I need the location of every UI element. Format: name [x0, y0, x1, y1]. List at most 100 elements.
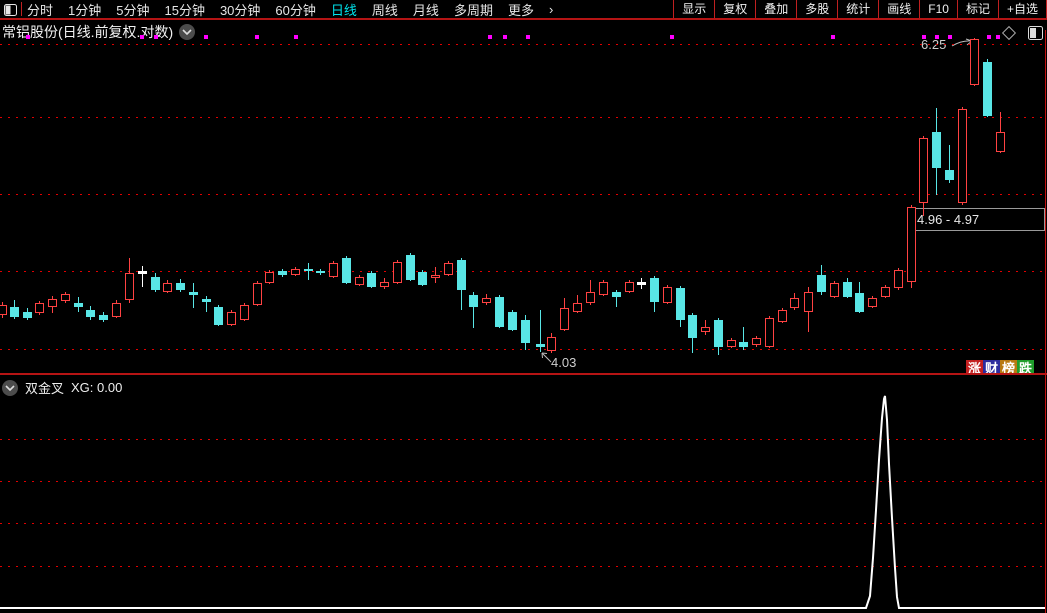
- period-tab[interactable]: 5分钟: [116, 0, 149, 19]
- candle: [817, 275, 826, 292]
- candle: [765, 318, 774, 347]
- candle: [74, 303, 83, 307]
- indicator-name: 双金叉: [25, 381, 65, 396]
- chevron-down-icon[interactable]: [179, 24, 196, 40]
- signal-marker: [154, 35, 158, 39]
- candle: [99, 315, 108, 320]
- period-tab[interactable]: 多周期: [454, 0, 493, 19]
- candle: [61, 294, 70, 301]
- toolbar-button[interactable]: 复权: [714, 0, 755, 18]
- indicator-header: 双金叉 XG: 0.00: [2, 378, 122, 397]
- candle: [176, 283, 185, 290]
- signal-marker: [831, 35, 835, 39]
- candle: [919, 138, 928, 203]
- candle: [393, 262, 402, 283]
- candle: [304, 269, 313, 271]
- period-tab[interactable]: 月线: [413, 0, 439, 19]
- candle: [495, 297, 504, 327]
- candle: [727, 340, 736, 347]
- candle: [380, 282, 389, 287]
- toolbar-button[interactable]: 叠加: [755, 0, 796, 18]
- candle: [0, 305, 7, 315]
- candle: [10, 307, 19, 317]
- candle: [701, 327, 710, 332]
- gridline: [0, 439, 1047, 440]
- toolbar-button[interactable]: +自选: [997, 0, 1047, 18]
- toolbar-button[interactable]: F10: [919, 0, 957, 18]
- candle: [469, 295, 478, 307]
- split-view-icon[interactable]: [1028, 26, 1043, 45]
- period-tab[interactable]: 周线: [372, 0, 398, 19]
- candle: [163, 283, 172, 292]
- top-toolbar: 分时 1分钟 5分钟 15分钟 30分钟 60分钟 日线 周线 月线 多周期 更多 › 显示 复权 叠加多…: [0, 0, 1047, 20]
- period-tab[interactable]: 分时: [27, 0, 53, 19]
- candle: [406, 255, 415, 280]
- signal-marker: [294, 35, 298, 39]
- candle: [739, 342, 748, 347]
- panel-divider: [0, 373, 1047, 375]
- candle-wick: [308, 263, 309, 280]
- candle: [418, 272, 427, 285]
- period-tab[interactable]: ›: [549, 2, 553, 17]
- candle: [342, 258, 351, 283]
- period-tab[interactable]: 更多: [508, 0, 534, 19]
- candle: [214, 307, 223, 325]
- toolbar-button[interactable]: 标记: [956, 0, 998, 18]
- signal-marker: [526, 35, 530, 39]
- candle: [240, 305, 249, 320]
- candle: [586, 292, 595, 303]
- layout-toggle-icon[interactable]: [4, 3, 17, 16]
- gridline: [0, 117, 1047, 118]
- candle: [457, 260, 466, 290]
- candle-wick: [142, 266, 143, 287]
- signal-marker: [140, 35, 144, 39]
- signal-marker: [996, 35, 1000, 39]
- signal-marker: [26, 35, 30, 39]
- candle: [536, 344, 545, 347]
- xg-signal-line: [0, 395, 1045, 609]
- candle: [291, 269, 300, 275]
- candle: [907, 207, 916, 282]
- candle: [227, 312, 236, 325]
- signal-marker: [987, 35, 991, 39]
- period-tab[interactable]: 30分钟: [220, 0, 260, 19]
- candle: [945, 170, 954, 180]
- candle-wick: [193, 283, 194, 308]
- chart-title: 常铝股份(日线.前复权.对数): [2, 24, 174, 40]
- toolbar-button[interactable]: 画线: [878, 0, 919, 18]
- period-tab[interactable]: 日线: [331, 0, 357, 19]
- gridline: [0, 481, 1047, 482]
- candle: [637, 282, 646, 285]
- gridline: [0, 523, 1047, 524]
- toolbar-divider: [21, 2, 22, 16]
- signal-marker: [670, 35, 674, 39]
- period-tab[interactable]: 15分钟: [164, 0, 204, 19]
- toolbar-button[interactable]: 显示: [673, 0, 714, 18]
- gridline: [0, 194, 1047, 195]
- candle: [752, 338, 761, 345]
- candle: [202, 299, 211, 302]
- candle: [547, 337, 556, 351]
- toolbar-button[interactable]: 多股: [796, 0, 837, 18]
- candle: [932, 132, 941, 168]
- candle: [625, 282, 634, 292]
- period-tab[interactable]: 60分钟: [275, 0, 315, 19]
- candle: [804, 292, 813, 312]
- signal-marker: [503, 35, 507, 39]
- period-tab[interactable]: 1分钟: [68, 0, 101, 19]
- candle: [278, 271, 287, 275]
- candle: [125, 273, 134, 300]
- candle: [958, 109, 967, 203]
- chevron-down-icon[interactable]: [2, 379, 18, 396]
- candle: [970, 39, 979, 85]
- toolbar-button[interactable]: 统计: [837, 0, 878, 18]
- signal-marker: [935, 35, 939, 39]
- candle: [894, 270, 903, 288]
- candle: [86, 310, 95, 317]
- signal-marker: [255, 35, 259, 39]
- app-window: 分时 1分钟 5分钟 15分钟 30分钟 60分钟 日线 周线 月线 多周期 更多 › 显示 复权 叠加多…: [0, 0, 1047, 613]
- candle: [23, 312, 32, 318]
- candle: [881, 287, 890, 297]
- title-row: 常铝股份(日线.前复权.对数): [2, 22, 196, 42]
- candle: [431, 275, 440, 278]
